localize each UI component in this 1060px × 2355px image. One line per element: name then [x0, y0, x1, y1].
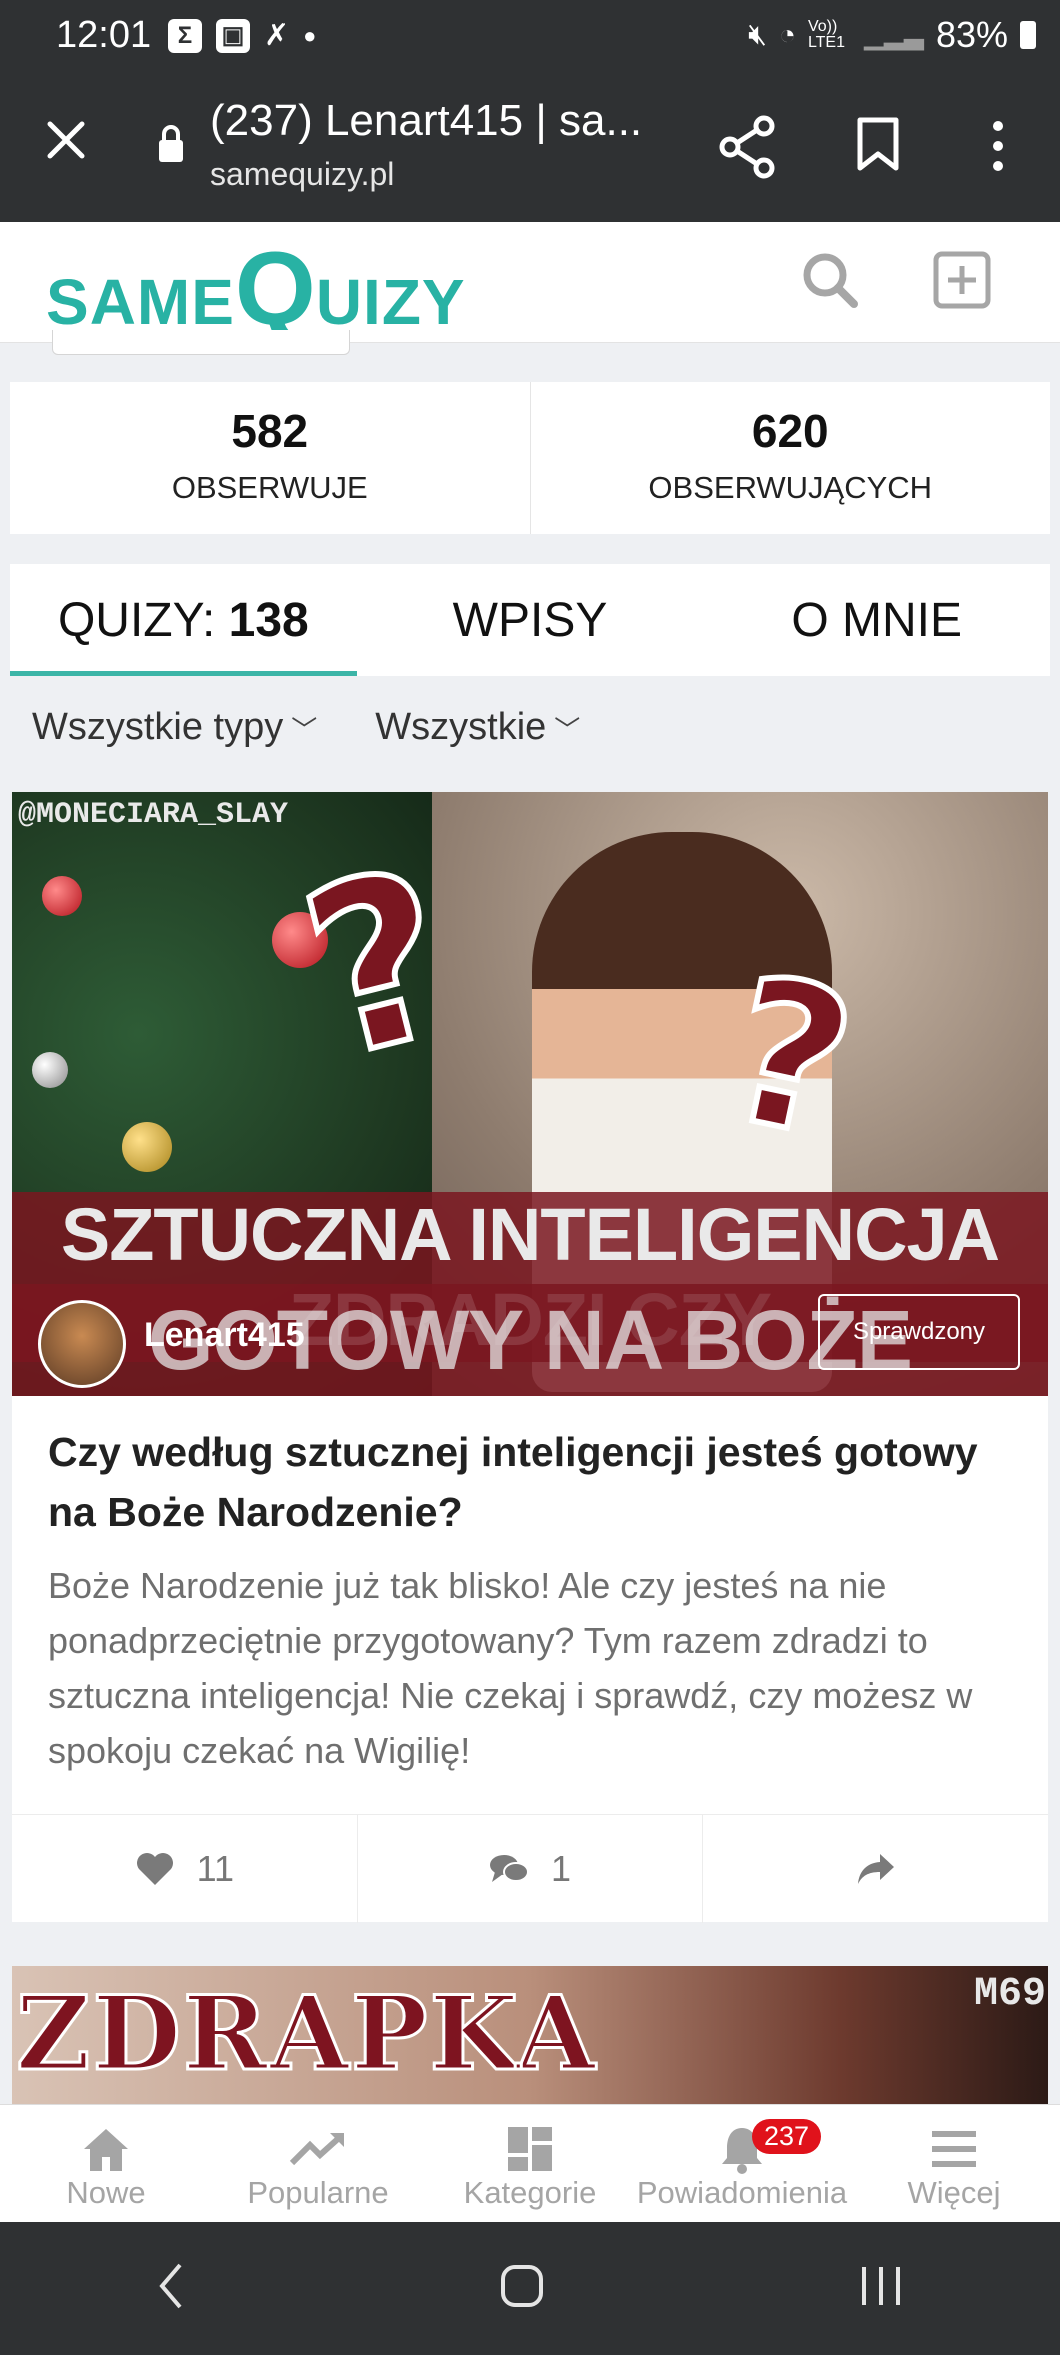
- ornament: [42, 876, 82, 916]
- next-quiz-watermark: M69: [973, 1972, 1046, 2017]
- battery-icon: [1020, 21, 1036, 49]
- search-icon: [803, 253, 858, 308]
- author-name[interactable]: Lenart415: [144, 1316, 305, 1355]
- signal-icon: ▁▂▃: [863, 19, 924, 50]
- recents-icon: [861, 2267, 900, 2305]
- more-vertical-icon: [993, 121, 1003, 171]
- profile-stats: 582 OBSERWUJE 620 OBSERWUJĄCYCH: [10, 382, 1050, 534]
- gallery-icon: ▣: [216, 18, 250, 53]
- verified-badge: Sprawdzony: [818, 1294, 1020, 1370]
- nav-powiadomienia[interactable]: Powiadomienia 237: [636, 2105, 848, 2223]
- system-back-button[interactable]: [156, 2261, 186, 2316]
- nav-wiecej-label: Więcej: [907, 2175, 1001, 2210]
- next-quiz-thumbnail-title: ZDRAPKA: [14, 1973, 598, 2096]
- quiz-card[interactable]: ? ? @MONECIARA_SLAY SZTUCZNA INTELIGENCJ…: [12, 792, 1048, 1923]
- quiz-description: Boże Narodzenie już tak blisko! Ale czy …: [48, 1565, 973, 1771]
- back-icon: [159, 2263, 182, 2309]
- like-button[interactable]: 11: [12, 1815, 357, 1923]
- comments-icon: [489, 1855, 529, 1882]
- browser-toolbar: (237) Lenart415 | sa... samequizy.pl: [0, 74, 1060, 222]
- close-icon: [47, 121, 85, 159]
- comment-count: 1: [550, 1848, 572, 1889]
- tab-quizy-label: QUIZY:: [57, 593, 229, 647]
- nav-nowe[interactable]: Nowe: [0, 2105, 212, 2223]
- author-avatar[interactable]: [38, 1300, 126, 1388]
- network-label: Vo)) LTE1: [807, 18, 845, 51]
- comment-button[interactable]: 1: [356, 1815, 703, 1923]
- grid-icon: [508, 2127, 552, 2171]
- tab-quizy-count: 138: [228, 593, 309, 647]
- notification-icons: Σ ▣ ✗ ●: [168, 18, 316, 53]
- ornament: [122, 1122, 172, 1172]
- bookmark-icon: [857, 117, 899, 171]
- quiz-filters: Wszystkie typy ﹀ Wszystkie ﹀: [32, 706, 580, 749]
- profile-tabs: QUIZY: 138 WPISY O MNIE: [10, 564, 1050, 676]
- missed-call-icon: ✗: [264, 19, 290, 52]
- following-count: 582: [231, 405, 309, 457]
- share-arrow-icon: [857, 1854, 894, 1884]
- add-quiz-button[interactable]: [932, 250, 992, 315]
- nav-nowe-label: Nowe: [66, 2175, 146, 2210]
- like-count: 11: [196, 1848, 235, 1889]
- tab-wpisy[interactable]: WPISY: [357, 564, 704, 676]
- nav-popularne[interactable]: Popularne: [212, 2105, 424, 2223]
- chevron-down-icon: ﹀: [291, 715, 318, 745]
- type-filter-label: Wszystkie typy: [32, 706, 284, 748]
- quiz-actions: 11 1: [12, 1814, 1048, 1923]
- sigma-app-icon: Σ: [168, 18, 202, 53]
- quiz-title[interactable]: Czy według sztucznej inteligencji jesteś…: [48, 1422, 1008, 1542]
- type-filter-dropdown[interactable]: Wszystkie typy ﹀: [32, 706, 317, 749]
- tab-o-mnie[interactable]: O MNIE: [703, 564, 1050, 676]
- category-filter-dropdown[interactable]: Wszystkie ﹀: [375, 706, 580, 749]
- next-quiz-card[interactable]: ZDRAPKA M69: [12, 1966, 1048, 2106]
- system-navigation: [0, 2222, 1060, 2355]
- site-search-button[interactable]: [800, 250, 860, 315]
- share-icon: [719, 115, 775, 179]
- page-title[interactable]: (237) Lenart415 | sa...: [210, 96, 642, 146]
- nav-kategorie[interactable]: Kategorie: [424, 2105, 636, 2223]
- close-tab-button[interactable]: [42, 116, 90, 169]
- followers-stat[interactable]: 620 OBSERWUJĄCYCH: [529, 382, 1051, 534]
- tab-quizy[interactable]: QUIZY: 138: [10, 564, 357, 676]
- dot-icon: ●: [303, 22, 317, 48]
- share-quiz-button[interactable]: [702, 1815, 1048, 1923]
- mute-icon: 🔇︎: [748, 18, 768, 51]
- nav-kategorie-label: Kategorie: [463, 2175, 597, 2210]
- browser-menu-button[interactable]: [986, 118, 1010, 179]
- chevron-down-icon: ﹀: [554, 715, 581, 745]
- following-stat[interactable]: 582 OBSERWUJE: [10, 382, 530, 534]
- nav-wiecej[interactable]: Więcej: [848, 2105, 1060, 2223]
- bookmark-button[interactable]: [856, 116, 900, 177]
- url-domain[interactable]: samequizy.pl: [210, 156, 394, 193]
- site-header: SAMEQUIZY: [0, 222, 1060, 347]
- wifi-icon: ◔: [779, 19, 796, 50]
- profile-button-fragment[interactable]: [52, 330, 350, 355]
- clock: 12:01: [56, 14, 152, 56]
- lock-icon[interactable]: [156, 124, 186, 169]
- menu-icon: [932, 2131, 976, 2167]
- followers-count: 620: [751, 405, 829, 457]
- image-watermark: @MONECIARA_SLAY: [18, 798, 289, 832]
- nav-powiadomienia-label: Powiadomienia: [636, 2175, 848, 2210]
- nav-popularne-label: Popularne: [247, 2175, 389, 2210]
- home-square-icon: [500, 2265, 543, 2307]
- system-indicators: 🔇︎ ◔ Vo)) LTE1 ▁▂▃ 83%: [748, 14, 1036, 56]
- trending-icon: [289, 2133, 344, 2166]
- system-recents-button[interactable]: [858, 2263, 904, 2314]
- share-button[interactable]: [718, 114, 778, 185]
- category-filter-label: Wszystkie: [375, 706, 547, 748]
- heart-icon: [136, 1853, 173, 1885]
- home-icon: [84, 2129, 128, 2171]
- notification-badge: 237: [752, 2119, 822, 2154]
- ornament: [32, 1052, 68, 1088]
- bottom-navigation: Nowe Popularne Kategorie Powiadomienia 2…: [0, 2104, 1060, 2223]
- following-label: OBSERWUJE: [171, 470, 368, 505]
- quiz-thumbnail[interactable]: ? ? @MONECIARA_SLAY SZTUCZNA INTELIGENCJ…: [12, 792, 1048, 1396]
- plus-square-icon: [933, 251, 991, 309]
- battery-level: 83%: [935, 14, 1008, 55]
- status-bar: 12:01 Σ ▣ ✗ ● 🔇︎ ◔ Vo)) LTE1 ▁▂▃ 83%: [0, 0, 1060, 74]
- system-home-button[interactable]: [499, 2263, 545, 2314]
- followers-label: OBSERWUJĄCYCH: [648, 470, 933, 505]
